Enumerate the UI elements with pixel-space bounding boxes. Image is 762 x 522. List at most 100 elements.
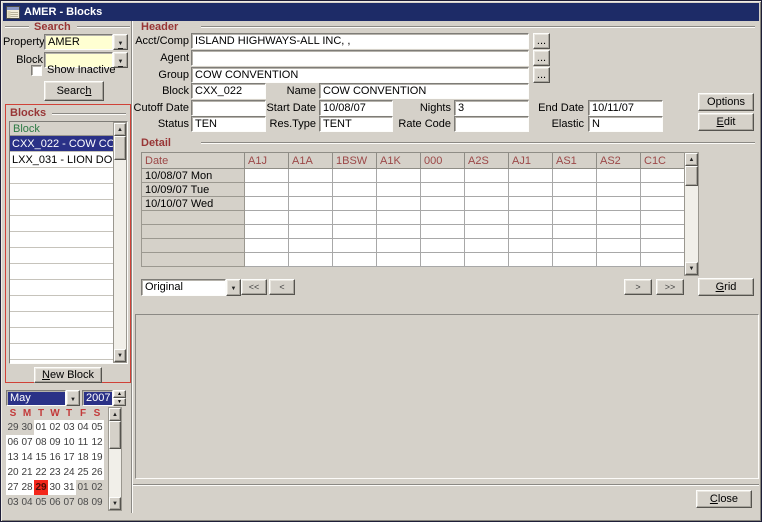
detail-value-cell[interactable] (333, 253, 377, 267)
property-lov-button[interactable]: ▼ (113, 34, 128, 50)
scrollbar-thumb[interactable] (109, 421, 121, 449)
detail-value-cell[interactable] (245, 211, 289, 225)
detail-value-cell[interactable] (597, 169, 641, 183)
calendar-day[interactable]: 07 (62, 495, 76, 510)
calendar-day[interactable]: 17 (62, 450, 76, 465)
detail-value-cell[interactable] (377, 239, 421, 253)
detail-value-cell[interactable] (509, 169, 553, 183)
block-list-empty-row[interactable] (10, 296, 113, 312)
search-button[interactable]: Search (44, 81, 104, 101)
calendar-day[interactable]: 23 (48, 465, 62, 480)
detail-value-cell[interactable] (289, 253, 333, 267)
view-dropdown-button[interactable]: ▼ (226, 279, 241, 296)
detail-value-cell[interactable] (465, 169, 509, 183)
detail-value-cell[interactable] (421, 169, 465, 183)
detail-value-cell[interactable] (289, 211, 333, 225)
calendar-day[interactable]: 08 (34, 435, 48, 450)
end-date-field[interactable]: 10/11/07 (588, 100, 663, 116)
detail-value-cell[interactable] (421, 211, 465, 225)
calendar-day[interactable]: 04 (76, 420, 90, 435)
block-list-empty-row[interactable] (10, 200, 113, 216)
calendar-day[interactable]: 24 (62, 465, 76, 480)
calendar-day[interactable]: 05 (34, 495, 48, 510)
detail-value-cell[interactable] (641, 169, 685, 183)
block-list-empty-row[interactable] (10, 184, 113, 200)
detail-value-cell[interactable] (289, 197, 333, 211)
detail-value-cell[interactable] (333, 225, 377, 239)
status-field[interactable]: TEN (191, 116, 266, 132)
detail-value-cell[interactable] (553, 169, 597, 183)
calendar-day[interactable]: 27 (6, 480, 20, 495)
agent-lov-button[interactable]: ... (533, 50, 550, 66)
detail-grid-scrollbar[interactable]: ▲ ▼ (684, 152, 699, 276)
group-lov-button[interactable]: ... (533, 67, 550, 83)
detail-value-cell[interactable] (553, 225, 597, 239)
detail-value-cell[interactable] (641, 225, 685, 239)
scroll-up-icon[interactable]: ▲ (685, 153, 698, 166)
scroll-down-icon[interactable]: ▼ (685, 262, 698, 275)
block-list-item[interactable]: CXX_022 - COW CONVEN (10, 136, 113, 152)
calendar-day[interactable]: 03 (62, 420, 76, 435)
property-input[interactable]: AMER (44, 34, 113, 50)
detail-value-cell[interactable] (289, 225, 333, 239)
detail-value-cell[interactable] (641, 197, 685, 211)
grid-button[interactable]: Grid (698, 278, 754, 296)
options-button[interactable]: Options (698, 93, 754, 111)
view-select[interactable]: Original ▼ (141, 279, 241, 296)
calendar-day[interactable]: 15 (34, 450, 48, 465)
name-field[interactable]: COW CONVENTION (319, 83, 529, 99)
cutoff-date-field[interactable] (191, 100, 266, 116)
calendar-day[interactable]: 16 (48, 450, 62, 465)
calendar-day[interactable]: 09 (48, 435, 62, 450)
new-block-button[interactable]: New Block (34, 367, 102, 383)
calendar-day[interactable]: 29 (6, 420, 20, 435)
detail-value-cell[interactable] (421, 197, 465, 211)
calendar-day[interactable]: 22 (34, 465, 48, 480)
detail-value-cell[interactable] (377, 183, 421, 197)
detail-value-cell[interactable] (245, 239, 289, 253)
block-list-empty-row[interactable] (10, 248, 113, 264)
edit-button[interactable]: Edit (698, 113, 754, 131)
elastic-field[interactable]: N (588, 116, 663, 132)
detail-value-cell[interactable] (465, 225, 509, 239)
detail-value-cell[interactable] (289, 239, 333, 253)
calendar-day[interactable]: 26 (90, 465, 104, 480)
title-bar[interactable]: AMER - Blocks (3, 3, 759, 21)
calendar-day[interactable]: 06 (48, 495, 62, 510)
detail-value-cell[interactable] (421, 183, 465, 197)
scrollbar-track[interactable] (685, 166, 698, 262)
detail-value-cell[interactable] (553, 211, 597, 225)
agent-field[interactable] (191, 50, 529, 66)
detail-value-cell[interactable] (377, 169, 421, 183)
calendar-day[interactable]: 06 (6, 435, 20, 450)
block-list-empty-row[interactable] (10, 312, 113, 328)
detail-value-cell[interactable] (465, 197, 509, 211)
calendar-day[interactable]: 04 (20, 495, 34, 510)
detail-value-cell[interactable] (509, 197, 553, 211)
calendar-day[interactable]: 28 (20, 480, 34, 495)
detail-value-cell[interactable] (245, 253, 289, 267)
block-list-empty-row[interactable] (10, 264, 113, 280)
detail-value-cell[interactable] (641, 239, 685, 253)
detail-value-cell[interactable] (553, 197, 597, 211)
acct-comp-lov-button[interactable]: ... (533, 33, 550, 49)
detail-value-cell[interactable] (421, 253, 465, 267)
block-list-item[interactable]: LXX_031 - LION DO (10, 152, 113, 168)
detail-value-cell[interactable] (465, 183, 509, 197)
detail-value-cell[interactable] (509, 183, 553, 197)
calendar-day[interactable]: 19 (90, 450, 104, 465)
detail-value-cell[interactable] (377, 225, 421, 239)
calendar-day[interactable]: 18 (76, 450, 90, 465)
detail-value-cell[interactable] (465, 253, 509, 267)
detail-value-cell[interactable] (509, 211, 553, 225)
scrollbar-track[interactable] (114, 136, 126, 349)
calendar-day[interactable]: 31 (62, 480, 76, 495)
detail-value-cell[interactable] (597, 239, 641, 253)
detail-value-cell[interactable] (509, 253, 553, 267)
detail-value-cell[interactable] (641, 211, 685, 225)
show-inactive-checkbox[interactable] (31, 65, 42, 76)
detail-value-cell[interactable] (333, 169, 377, 183)
blocks-list-scrollbar[interactable]: ▲ ▼ (113, 122, 127, 363)
calendar-day[interactable]: 20 (6, 465, 20, 480)
detail-value-cell[interactable] (553, 253, 597, 267)
